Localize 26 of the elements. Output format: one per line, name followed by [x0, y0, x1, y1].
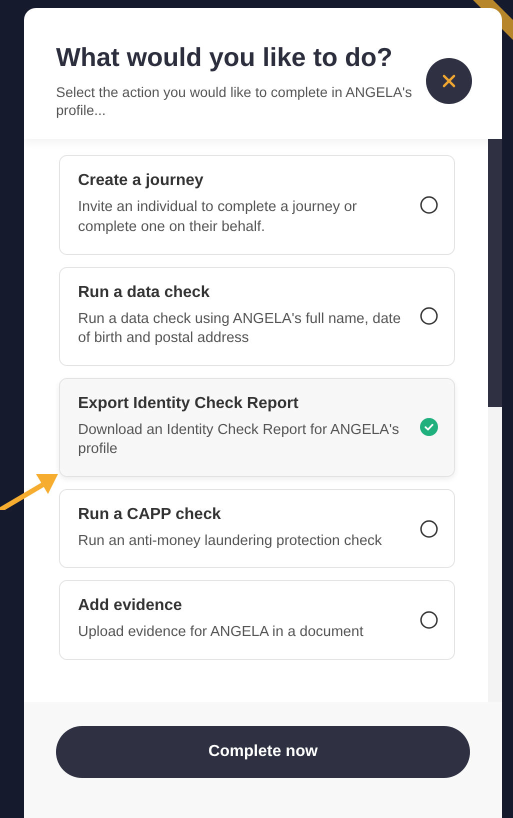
option-card[interactable]: Add evidence Upload evidence for ANGELA in a document	[59, 580, 455, 660]
option-description: Upload evidence for ANGELA in a document	[78, 623, 364, 642]
radio-unchecked-icon[interactable]	[420, 196, 438, 214]
radio-checked-icon[interactable]	[420, 418, 438, 436]
close-icon	[442, 74, 456, 88]
option-card[interactable]: Run a CAPP check Run an anti-money laundering protection check	[59, 488, 455, 568]
close-button[interactable]	[426, 58, 472, 104]
radio-unchecked-icon[interactable]	[420, 520, 438, 538]
option-card[interactable]: Create a journey Invite an individual to complete a journey or complete one on their behalf.	[59, 155, 455, 254]
option-title: Add evidence	[78, 597, 184, 616]
radio-unchecked-icon[interactable]	[420, 307, 438, 326]
scrollbar[interactable]	[488, 139, 502, 702]
option-description: Run an anti-money laundering protection check	[78, 532, 383, 551]
option-card[interactable]: Run a data check Run a data check using ANGELA's full name, date of birth and postal address	[59, 266, 455, 366]
complete-now-button[interactable]: Complete now	[56, 726, 470, 778]
option-description: Run a data check using ANGELA's full name, date of birth and postal address	[78, 310, 402, 348]
option-card[interactable]: Export Identity Check Report Download an Identity Check Report for ANGELA's profile	[59, 378, 455, 477]
option-title: Run a data check	[78, 284, 211, 302]
dialog-subtitle: Select the action you would like to complete in ANGELA's profile...	[56, 83, 413, 120]
option-title: Create a journey	[78, 172, 204, 190]
radio-unchecked-icon[interactable]	[420, 611, 438, 630]
option-description: Invite an individual to complete a journey or complete one on their behalf.	[78, 198, 358, 237]
option-title: Run a CAPP check	[78, 506, 222, 524]
option-description: Download an Identity Check Report for ANGELA's profile	[78, 420, 400, 460]
dialog-title: What would you like to do?	[56, 42, 394, 73]
option-title: Export Identity Check Report	[78, 394, 300, 413]
